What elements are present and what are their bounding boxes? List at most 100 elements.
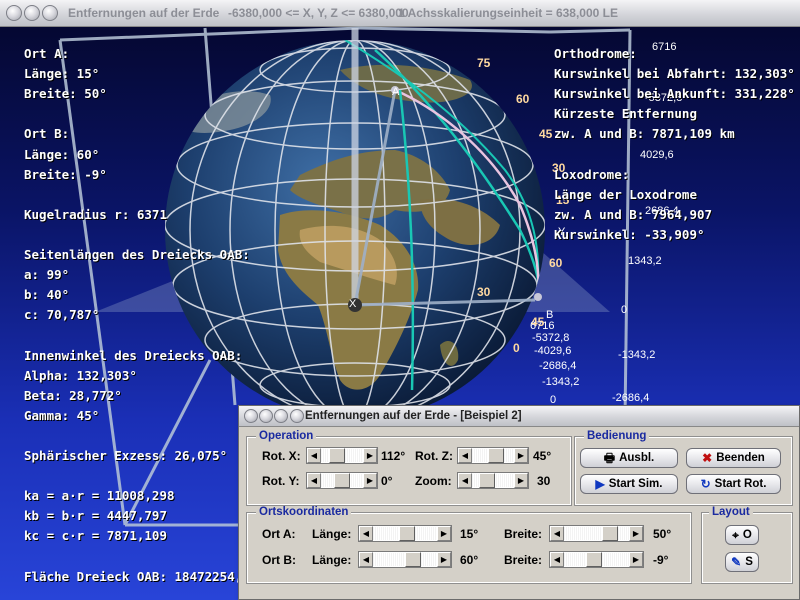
ort-a-laenge-value: 15° [460, 527, 479, 541]
left-info-line: Breite: 50° [24, 86, 107, 102]
left-info-line: kc = c·r = 7871,109 [24, 528, 167, 544]
close-window-button[interactable] [6, 5, 22, 21]
ortskoordinaten-group: Ortskoordinaten Ort A: Länge: ◀ ▶ 15° Br… [246, 506, 692, 584]
left-info-line: Seitenlängen des Dreiecks OAB: [24, 247, 250, 262]
slider-thumb[interactable] [329, 448, 346, 463]
slider-thumb[interactable] [334, 473, 350, 488]
ausblenden-button[interactable]: 🖶 Ausbl. [580, 448, 678, 468]
rotate-icon: ↻ [700, 477, 711, 491]
minimize-window-button[interactable] [24, 5, 40, 21]
slider-thumb[interactable] [478, 473, 495, 488]
lat-label: 45 [539, 127, 553, 141]
slider-left-arrow[interactable]: ◀ [359, 526, 373, 541]
right-info-line: Orthodrome: [554, 46, 637, 61]
slider-right-arrow[interactable]: ▶ [437, 552, 451, 567]
slider-left-arrow[interactable]: ◀ [458, 448, 472, 463]
axis-tick: 1343,2 [628, 255, 662, 267]
slider-thumb[interactable] [602, 526, 619, 541]
ort-a-breite-label: Breite: [504, 527, 543, 541]
slider-left-arrow[interactable]: ◀ [550, 552, 564, 567]
left-info-line: ka = a·r = 11008,298 [24, 488, 175, 504]
left-info-line: Kugelradius r: 6371 [24, 206, 167, 222]
slider-thumb[interactable] [586, 552, 603, 567]
right-info-line: Kurswinkel bei Ankunft: 331,228° [554, 86, 795, 102]
axis-tick: -5372,8 [532, 332, 570, 344]
rot-z-slider[interactable]: ◀ ▶ [457, 447, 529, 464]
rot-z-value: 45° [533, 449, 552, 463]
dialog-maximize-button[interactable] [274, 409, 288, 423]
beenden-button[interactable]: ✖ Beenden [686, 448, 781, 468]
left-info-line: b: 40° [24, 287, 70, 303]
ort-b-laenge-slider[interactable]: ◀ ▶ [358, 551, 452, 568]
rot-x-value: 112° [381, 449, 406, 463]
slider-left-arrow[interactable]: ◀ [359, 552, 373, 567]
bedienung-group: Bedienung 🖶 Ausbl. ✖ Beenden ▶ Start Sim. ↻… [574, 430, 793, 506]
slider-right-arrow[interactable]: ▶ [514, 473, 528, 488]
right-info-line: Länge der Loxodrome [554, 186, 697, 202]
lat-label: 60 [549, 256, 563, 270]
zoom-label: Zoom: [415, 474, 452, 488]
point-b-marker [534, 293, 542, 301]
left-info-line: Fläche Dreieck OAB: 18472254, [24, 568, 243, 584]
start-rot-button[interactable]: ↻ Start Rot. [686, 474, 781, 494]
slider-left-arrow[interactable]: ◀ [307, 473, 321, 488]
slider-left-arrow[interactable]: ◀ [550, 526, 564, 541]
ort-a-label: Ort A: [262, 527, 296, 541]
slider-thumb[interactable] [405, 552, 422, 567]
ort-b-laenge-label: Länge: [312, 553, 352, 567]
left-info-line: Beta: 28,772° [24, 387, 122, 403]
layout-o-button[interactable]: ⌖ O [725, 525, 759, 545]
right-info-line: Loxodrome: [554, 166, 630, 182]
left-info-line: c: 70,787° [24, 307, 100, 323]
x-axis-label: X [349, 298, 357, 310]
dialog-close-button[interactable] [244, 409, 258, 423]
axis-tick: 6716 [530, 320, 555, 332]
left-info-line: Gamma: 45° [24, 407, 100, 423]
main-titlebar[interactable]: Entfernungen auf der Erde -6380,000 <= X… [0, 0, 800, 27]
coordinate-range: -6380,000 <= X, Y, Z <= 6380,000 [228, 6, 409, 20]
ort-a-laenge-slider[interactable]: ◀ ▶ [358, 525, 452, 542]
left-info-line: Breite: -9° [24, 166, 107, 182]
slider-right-arrow[interactable]: ▶ [363, 448, 377, 463]
slider-right-arrow[interactable]: ▶ [629, 552, 643, 567]
dialog-minimize-button[interactable] [259, 409, 273, 423]
ort-b-label: Ort B: [262, 553, 296, 567]
layout-group: Layout ⌖ O ✎ S [701, 506, 793, 584]
rot-y-label: Rot. Y: [262, 474, 300, 488]
start-sim-button[interactable]: ▶ Start Sim. [580, 474, 678, 494]
slider-right-arrow[interactable]: ▶ [363, 473, 377, 488]
right-info-line: Kurswinkel: -33,909° [554, 226, 705, 242]
dialog-menu-button[interactable] [290, 409, 304, 423]
ort-b-breite-slider[interactable]: ◀ ▶ [549, 551, 644, 568]
play-icon: ▶ [595, 477, 605, 491]
rot-y-slider[interactable]: ◀ ▶ [306, 472, 378, 489]
slider-right-arrow[interactable]: ▶ [629, 526, 643, 541]
right-info-line: Kurswinkel bei Abfahrt: 132,303° [554, 66, 795, 82]
slider-left-arrow[interactable]: ◀ [458, 473, 472, 488]
slider-right-arrow[interactable]: ▶ [437, 526, 451, 541]
zoom-value: 30 [537, 474, 551, 488]
dialog-titlebar[interactable]: Entfernungen auf der Erde - [Beispiel 2] [239, 406, 799, 427]
rot-x-slider[interactable]: ◀ ▶ [306, 447, 378, 464]
layout-group-title: Layout [709, 506, 753, 518]
ort-b-breite-value: -9° [653, 553, 669, 567]
rot-z-label: Rot. Z: [415, 449, 453, 463]
slider-thumb[interactable] [398, 526, 415, 541]
left-info-line: kb = b·r = 4447,797 [24, 508, 167, 524]
slider-left-arrow[interactable]: ◀ [307, 448, 321, 463]
ort-a-laenge-label: Länge: [312, 527, 352, 541]
operation-group-title: Operation [256, 430, 317, 442]
layout-s-button[interactable]: ✎ S [725, 552, 759, 572]
slider-right-arrow[interactable]: ▶ [514, 448, 528, 463]
ort-a-breite-slider[interactable]: ◀ ▶ [549, 525, 644, 542]
ort-a-breite-value: 50° [653, 527, 672, 541]
lat-label: 60 [516, 92, 530, 106]
main-window-title: Entfernungen auf der Erde [68, 6, 220, 20]
maximize-window-button[interactable] [42, 5, 58, 21]
ort-b-laenge-value: 60° [460, 553, 479, 567]
slider-track[interactable] [564, 527, 629, 540]
left-info-line: Ort A: [24, 46, 70, 61]
slider-thumb[interactable] [488, 448, 505, 463]
zoom-slider[interactable]: ◀ ▶ [457, 472, 529, 489]
control-dialog: Entfernungen auf der Erde - [Beispiel 2]… [238, 405, 800, 600]
